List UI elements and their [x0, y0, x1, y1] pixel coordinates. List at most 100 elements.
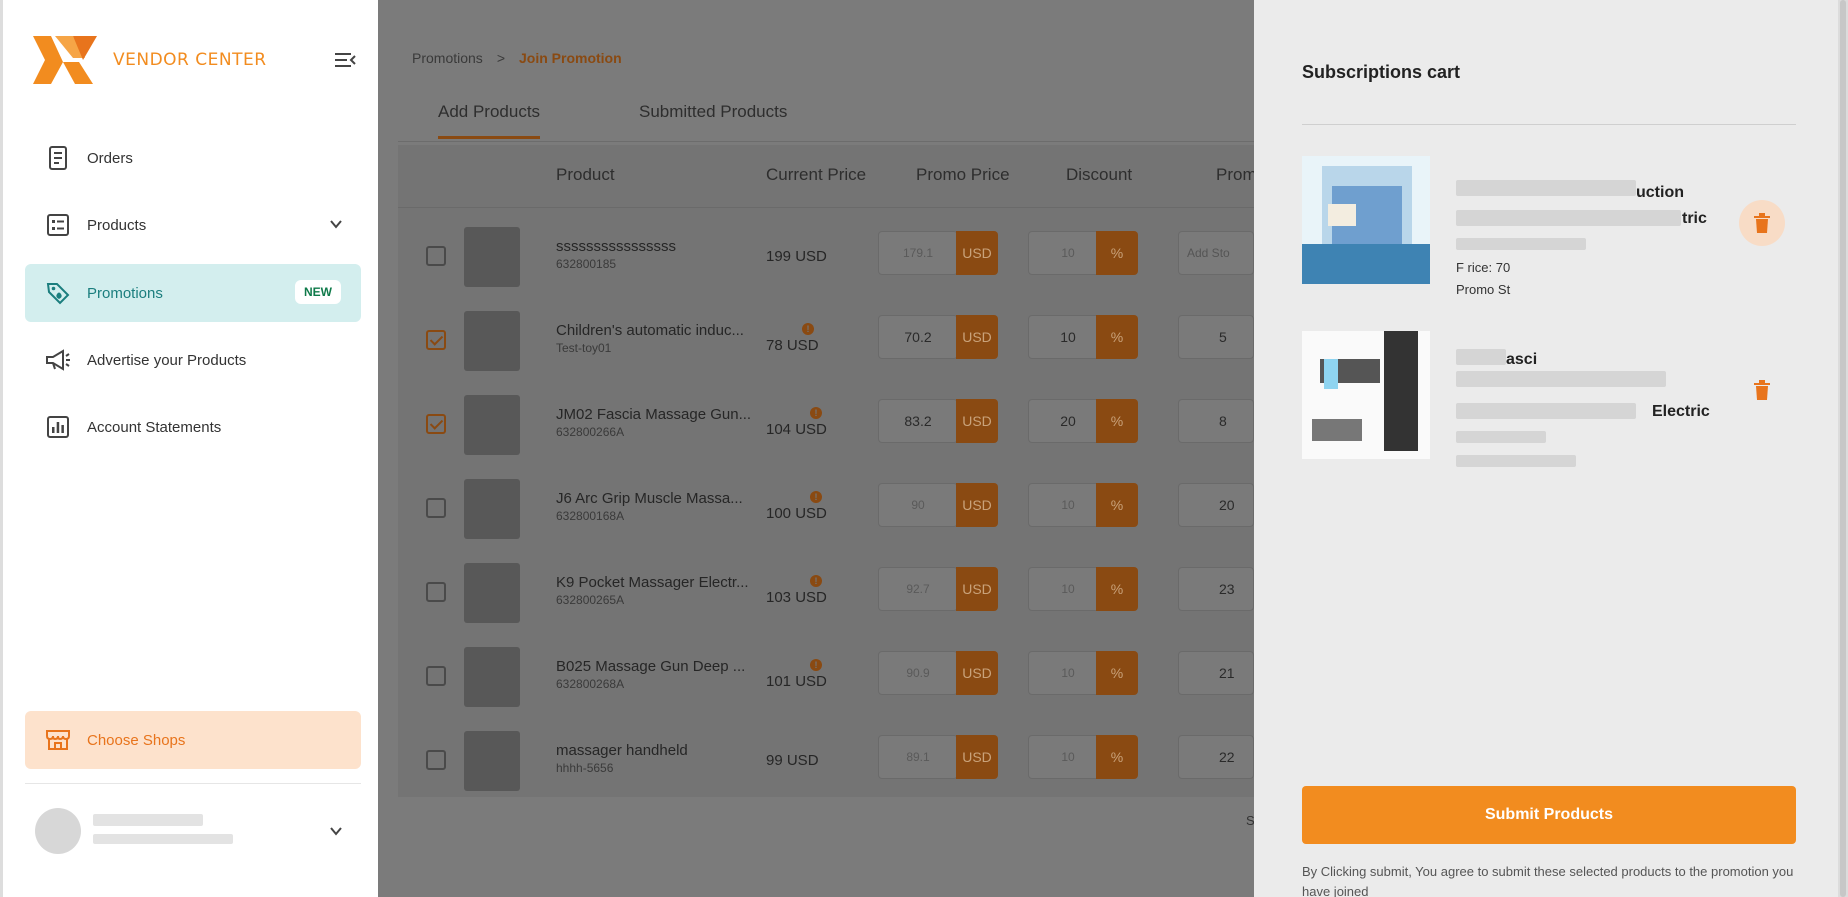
sidebar-item-promotions[interactable]: Promotions NEW	[25, 264, 361, 322]
sidebar-item-account-statements[interactable]: Account Statements	[25, 398, 361, 456]
trash-icon	[1754, 380, 1770, 400]
column-header-promo-price: Promo Price	[916, 165, 1010, 184]
product-thumbnail	[464, 731, 520, 791]
chart-icon	[45, 414, 71, 440]
promo-stock-input[interactable]: 23	[1178, 567, 1254, 611]
menu-collapse-icon[interactable]	[333, 50, 357, 70]
tab-submitted-products[interactable]: Submitted Products	[639, 102, 787, 122]
logo-icon	[33, 36, 97, 84]
cart-item: uction tric F rice: 70 Promo St	[1302, 156, 1796, 297]
row-checkbox[interactable]	[426, 414, 446, 434]
sidebar-item-label: Orders	[87, 149, 133, 167]
tag-icon	[45, 280, 71, 306]
column-header-current-price: Current Price	[766, 165, 867, 184]
info-icon[interactable]: !	[810, 659, 822, 671]
product-image	[1302, 331, 1430, 459]
row-checkbox[interactable]	[426, 330, 446, 350]
product-name[interactable]: massager handheld	[556, 742, 756, 759]
product-sku: 632800185	[556, 257, 617, 271]
sidebar-item-label: Promotions	[87, 284, 163, 302]
redacted-name	[1456, 403, 1636, 419]
products-table: Product Current Price Promo Price Discou…	[398, 145, 1266, 828]
megaphone-icon	[45, 347, 71, 373]
row-checkbox[interactable]	[426, 246, 446, 266]
product-thumbnail	[464, 479, 520, 539]
product-thumbnail	[464, 563, 520, 623]
column-header-discount: Discount	[1066, 165, 1133, 184]
redacted-name	[1456, 371, 1666, 387]
cart-item-name-fragment: Electric	[1652, 403, 1710, 420]
percent-suffix: %	[1096, 315, 1138, 359]
product-name[interactable]: Children's automatic induc...	[556, 322, 756, 339]
submit-products-button[interactable]: Submit Products	[1302, 786, 1796, 844]
info-icon[interactable]: !	[802, 323, 814, 335]
cart-item-name-fragment: tric	[1682, 210, 1707, 227]
promo-price-input[interactable]: 179.1	[878, 231, 958, 275]
product-sku: 632800268A	[556, 677, 625, 691]
percent-suffix: %	[1096, 567, 1138, 611]
product-name[interactable]: K9 Pocket Massager Electr...	[556, 574, 756, 591]
currency-suffix: USD	[956, 567, 998, 611]
info-icon[interactable]: !	[810, 407, 822, 419]
product-name[interactable]: J6 Arc Grip Muscle Massa...	[556, 490, 756, 507]
promo-price-input[interactable]: 90	[878, 483, 958, 527]
percent-suffix: %	[1096, 483, 1138, 527]
sidebar-item-orders[interactable]: Orders	[25, 129, 361, 187]
product-sku: Test-toy01	[556, 341, 612, 355]
info-icon[interactable]: !	[810, 575, 822, 587]
sidebar-item-label: Account Statements	[87, 418, 222, 436]
brand-logo[interactable]: VENDOR CENTER	[33, 36, 267, 84]
choose-shops-button[interactable]: Choose Shops	[25, 711, 361, 769]
row-checkbox[interactable]	[426, 666, 446, 686]
table-row: massager handheld hhhh-5656 99 USD 89.1 USD 1…	[398, 719, 1254, 803]
promo-stock-input[interactable]: 22	[1178, 735, 1254, 779]
row-checkbox[interactable]	[426, 582, 446, 602]
currency-suffix: USD	[956, 315, 998, 359]
percent-suffix: %	[1096, 735, 1138, 779]
sidebar-item-advertise[interactable]: Advertise your Products	[25, 331, 361, 389]
table-row: ssssssssssssssss 632800185 199 USD 179.1 USD…	[398, 215, 1254, 299]
currency-suffix: USD	[956, 483, 998, 527]
product-name[interactable]: ssssssssssssssss	[556, 238, 756, 255]
promo-price-input[interactable]: 70.2	[878, 315, 958, 359]
promo-price-input[interactable]: 89.1	[878, 735, 958, 779]
new-badge: NEW	[295, 280, 341, 304]
product-image	[1302, 156, 1430, 284]
cart-item-price: F rice: 70	[1456, 260, 1511, 275]
breadcrumb-current: Join Promotion	[519, 50, 622, 66]
redacted-name	[1456, 180, 1636, 196]
row-checkbox[interactable]	[426, 498, 446, 518]
promo-stock-input[interactable]: 8	[1178, 399, 1254, 443]
promo-price-input[interactable]: 90.9	[878, 651, 958, 695]
tab-add-products[interactable]: Add Products	[438, 102, 541, 139]
currency-suffix: USD	[956, 399, 998, 443]
chevron-down-icon[interactable]	[329, 217, 343, 231]
tab-bar: Add Products Submitted Products	[398, 90, 1254, 142]
chevron-down-icon[interactable]	[329, 824, 343, 838]
sidebar-item-products[interactable]: Products	[25, 196, 361, 254]
promo-stock-input[interactable]: 20	[1178, 483, 1254, 527]
promo-price-input[interactable]: 92.7	[878, 567, 958, 611]
delete-button[interactable]	[1739, 367, 1785, 413]
product-name[interactable]: JM02 Fascia Massage Gun...	[556, 406, 756, 423]
product-sku: 632800265A	[556, 593, 625, 607]
promo-stock-input[interactable]: 5	[1178, 315, 1254, 359]
redacted-name	[1456, 431, 1546, 443]
breadcrumb: Promotions > Join Promotion	[412, 50, 622, 66]
info-icon[interactable]: !	[810, 491, 822, 503]
product-sku: hhhh-5656	[556, 761, 614, 775]
promo-stock-input[interactable]: Add Sto	[1178, 231, 1254, 275]
promo-stock-input[interactable]: 21	[1178, 651, 1254, 695]
product-name[interactable]: B025 Massage Gun Deep ...	[556, 658, 756, 675]
scrollbar[interactable]	[1838, 0, 1848, 897]
promo-price-input[interactable]: 83.2	[878, 399, 958, 443]
row-checkbox[interactable]	[426, 750, 446, 770]
user-account[interactable]	[25, 800, 361, 860]
product-sku: 632800168A	[556, 509, 625, 523]
cart-item-name-fragment: uction	[1636, 184, 1684, 201]
breadcrumb-parent[interactable]: Promotions	[412, 50, 483, 66]
brand-name: VENDOR CENTER	[113, 50, 267, 70]
current-price: 103 USD	[766, 589, 827, 606]
delete-button[interactable]	[1739, 200, 1785, 246]
divider	[25, 783, 361, 784]
